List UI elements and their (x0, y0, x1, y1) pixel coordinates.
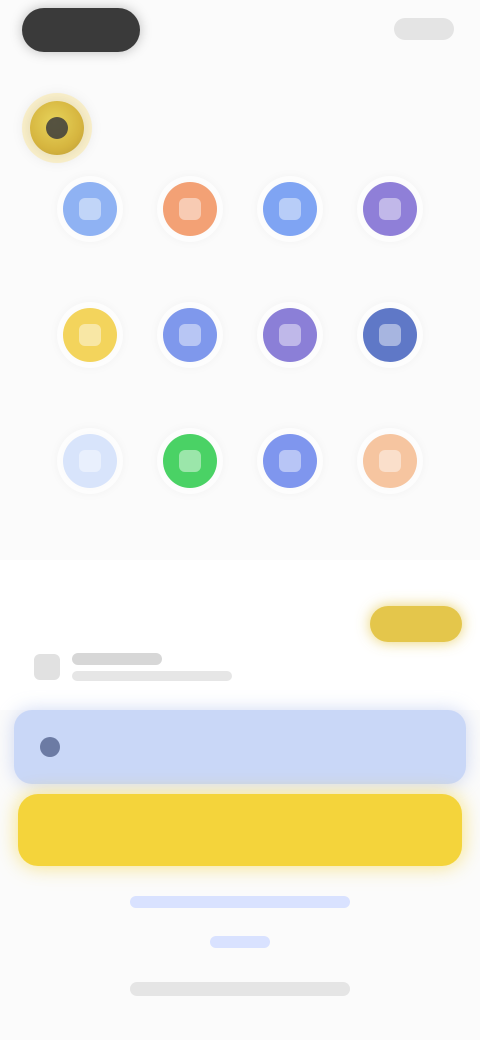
service-tile[interactable] (340, 308, 440, 434)
service-icon (263, 182, 317, 236)
footer-link[interactable] (210, 936, 270, 948)
top-right-chip[interactable] (394, 18, 454, 40)
info-subtitle (72, 671, 232, 681)
info-text (72, 653, 342, 681)
coin-icon (30, 101, 84, 155)
service-icon (63, 434, 117, 488)
info-icon (40, 737, 60, 757)
service-tile[interactable] (340, 434, 440, 560)
service-tile[interactable] (40, 434, 140, 560)
service-tile[interactable] (140, 434, 240, 560)
primary-cta-button[interactable] (18, 794, 462, 866)
promo-chip[interactable] (370, 606, 462, 642)
service-icon (63, 308, 117, 362)
footer-note (130, 982, 350, 996)
service-icon (163, 434, 217, 488)
service-icon (363, 182, 417, 236)
service-tile[interactable] (340, 182, 440, 308)
service-icon (163, 308, 217, 362)
info-title (72, 653, 162, 665)
service-tile[interactable] (240, 182, 340, 308)
service-icon (163, 182, 217, 236)
footer-link[interactable] (130, 896, 350, 908)
service-icon (263, 434, 317, 488)
service-icon (63, 182, 117, 236)
service-tile[interactable] (40, 308, 140, 434)
service-icon (263, 308, 317, 362)
service-tile[interactable] (140, 182, 240, 308)
service-icon (363, 434, 417, 488)
service-tile[interactable] (240, 434, 340, 560)
service-icon (363, 308, 417, 362)
service-tile[interactable] (140, 308, 240, 434)
service-tile[interactable] (240, 308, 340, 434)
service-tile[interactable] (40, 182, 140, 308)
header (30, 98, 450, 158)
top-pill[interactable] (22, 8, 140, 52)
highlight-band[interactable] (14, 710, 466, 784)
info-row[interactable] (34, 644, 454, 690)
document-icon (34, 654, 60, 680)
service-grid (40, 182, 440, 560)
